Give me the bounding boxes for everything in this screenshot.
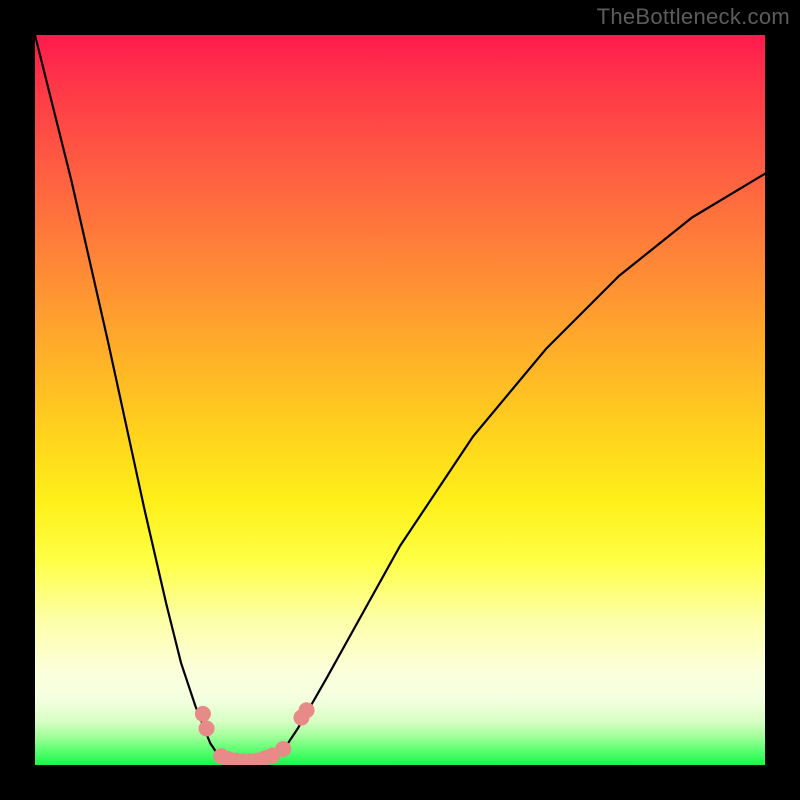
plot-area (35, 35, 765, 765)
watermark-label: TheBottleneck.com (597, 4, 790, 30)
chart-frame: TheBottleneck.com (0, 0, 800, 800)
gradient-background (35, 35, 765, 765)
